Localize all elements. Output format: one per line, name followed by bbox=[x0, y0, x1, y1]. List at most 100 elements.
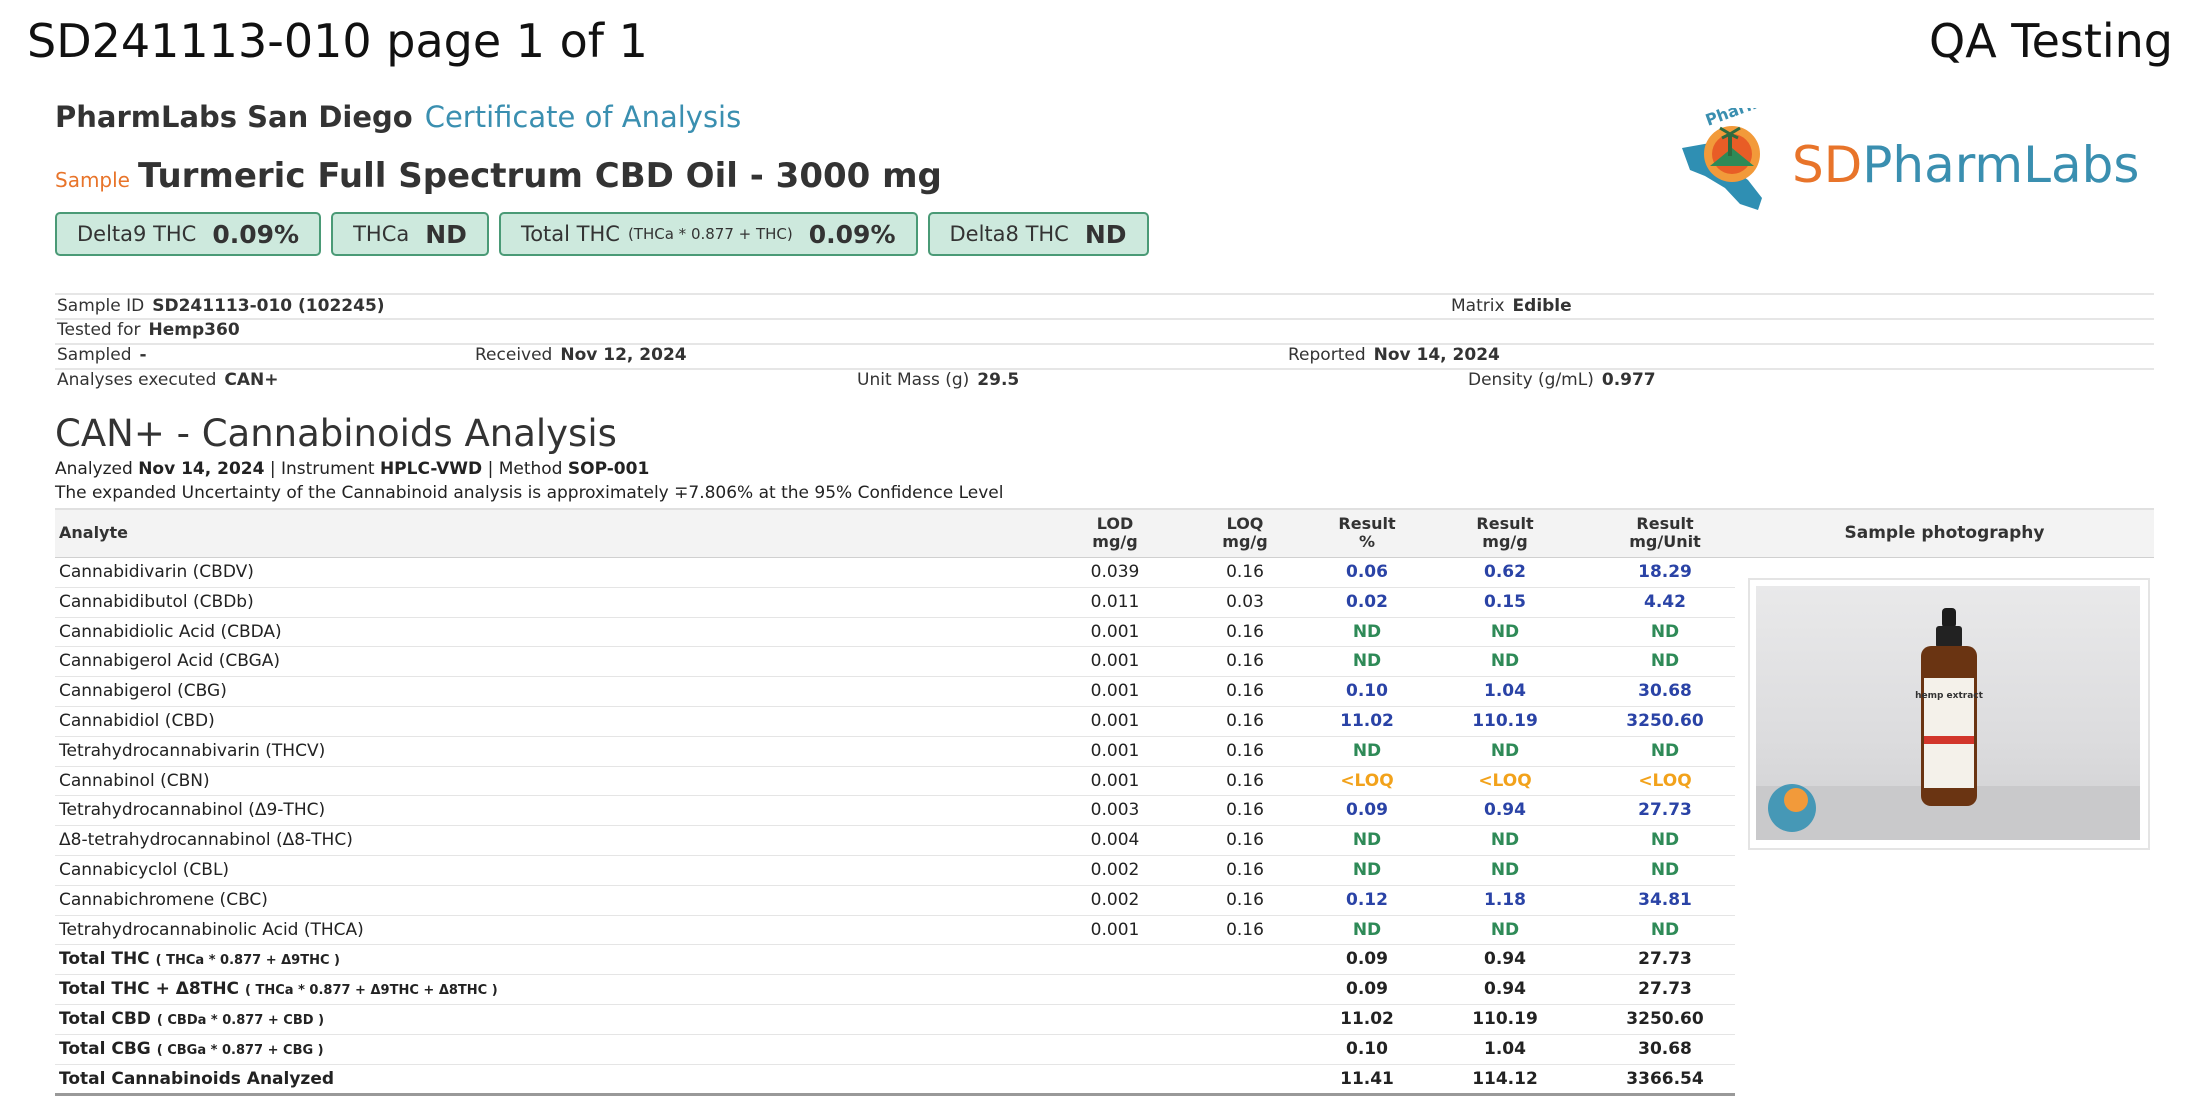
cell-pct: 0.09 bbox=[1346, 979, 1388, 1000]
cell-mgg: ND bbox=[1490, 621, 1520, 642]
table-row: Cannabidiolic Acid (CBDA) 0.001 0.16 ND ND ND bbox=[55, 618, 1735, 648]
cell-mgg: 114.12 bbox=[1472, 1068, 1538, 1089]
cell-mgg: ND bbox=[1490, 651, 1520, 672]
header-mgg-label: Result bbox=[1476, 514, 1534, 533]
badge-label: Delta8 THC bbox=[949, 222, 1069, 246]
analyte-name: Cannabidiol (CBD) bbox=[59, 710, 215, 731]
field-value: CAN+ bbox=[224, 370, 279, 390]
field-value: - bbox=[139, 345, 147, 365]
analyte-name: Cannabicyclol (CBL) bbox=[59, 859, 230, 880]
cell-pct: 0.12 bbox=[1346, 889, 1388, 910]
field-value: Nov 14, 2024 bbox=[1373, 345, 1500, 365]
density-field: Density (g/mL) 0.977 bbox=[1468, 370, 1656, 390]
badge-value: 0.09% bbox=[212, 219, 300, 249]
analyte-name: Cannabigerol Acid (CBGA) bbox=[59, 651, 281, 672]
analyses-field: Analyses executed CAN+ bbox=[57, 370, 278, 390]
field-value: 0.977 bbox=[1601, 370, 1656, 390]
badge-delta9-thc: Delta9 THC 0.09% bbox=[55, 212, 322, 256]
cell-loq: 0.16 bbox=[1226, 770, 1264, 791]
header-result-pct: Result% bbox=[1307, 515, 1427, 551]
cell-lod: 0.003 bbox=[1090, 800, 1140, 821]
cell-pct: 0.10 bbox=[1346, 681, 1388, 702]
cell-mgu: 4.42 bbox=[1644, 591, 1686, 612]
cell-pct: ND bbox=[1352, 859, 1382, 880]
cell-loq: 0.16 bbox=[1226, 621, 1264, 642]
analyzed-date: Nov 14, 2024 bbox=[138, 459, 265, 479]
cell-loq: 0.16 bbox=[1226, 859, 1264, 880]
sample-id-field: Sample ID SD241113-010 (102245) bbox=[57, 296, 385, 316]
cell-pct: 0.10 bbox=[1346, 1038, 1388, 1059]
cell-mgg: 0.94 bbox=[1484, 979, 1526, 1000]
document-type: Certificate of Analysis bbox=[424, 100, 742, 134]
cell-lod: 0.001 bbox=[1090, 770, 1140, 791]
badge-value: ND bbox=[425, 219, 467, 249]
total-name: Total THC + Δ8THC bbox=[59, 979, 240, 1000]
bottle-label: hemp extract bbox=[1915, 691, 1984, 701]
table-row: Cannabinol (CBN) 0.001 0.16 <LOQ <LOQ <LOQ bbox=[55, 767, 1735, 797]
received-field: Received Nov 12, 2024 bbox=[475, 345, 687, 365]
section-title: CAN+ - Cannabinoids Analysis bbox=[55, 412, 617, 455]
badge-value: ND bbox=[1084, 219, 1127, 249]
sample-label: Sample bbox=[55, 168, 130, 192]
cell-mgu: 18.29 bbox=[1638, 562, 1692, 582]
cell-mgu: ND bbox=[1650, 919, 1680, 940]
cell-lod: 0.002 bbox=[1090, 859, 1140, 880]
analyte-name: Tetrahydrocannabinol (Δ9-THC) bbox=[59, 800, 326, 821]
header-mgg-unit: mg/g bbox=[1482, 532, 1528, 551]
divider bbox=[55, 293, 2154, 295]
reported-field: Reported Nov 14, 2024 bbox=[1288, 345, 1500, 365]
header-loq: LOQ mg/g bbox=[1185, 515, 1305, 551]
badge-value: 0.09% bbox=[808, 219, 896, 249]
analyte-name: Cannabidivarin (CBDV) bbox=[59, 562, 254, 582]
table-row: Cannabigerol (CBG) 0.001 0.16 0.10 1.04 30.68 bbox=[55, 677, 1735, 707]
header-mgu-label: Result bbox=[1636, 514, 1694, 533]
cell-lod: 0.004 bbox=[1090, 830, 1140, 851]
field-label: Density (g/mL) bbox=[1468, 370, 1594, 390]
cell-mgu: ND bbox=[1650, 621, 1680, 642]
cell-mgg: 0.15 bbox=[1484, 591, 1526, 612]
cell-pct: ND bbox=[1352, 621, 1382, 642]
analyte-name: Tetrahydrocannabinolic Acid (THCA) bbox=[59, 919, 364, 940]
field-value: SD241113-010 (102245) bbox=[152, 296, 385, 316]
total-formula: ( CBDa * 0.877 + CBD ) bbox=[156, 1012, 325, 1028]
cell-mgu: ND bbox=[1650, 740, 1680, 761]
badge-note: (THCa * 0.877 + THC) bbox=[627, 225, 793, 243]
field-value: Hemp360 bbox=[148, 320, 240, 340]
total-name: Total Cannabinoids Analyzed bbox=[59, 1068, 335, 1089]
cell-mgg: 0.94 bbox=[1484, 800, 1526, 821]
cell-lod: 0.002 bbox=[1090, 889, 1140, 910]
table-row: Cannabicyclol (CBL) 0.002 0.16 ND ND ND bbox=[55, 856, 1735, 886]
header-pct-unit: % bbox=[1358, 532, 1376, 551]
analyte-name: Cannabidiolic Acid (CBDA) bbox=[59, 621, 282, 642]
cell-lod: 0.001 bbox=[1090, 651, 1140, 672]
header-loq-label: LOQ bbox=[1226, 514, 1264, 533]
instrument-value: HPLC-VWD bbox=[379, 459, 483, 479]
cell-lod: 0.001 bbox=[1090, 740, 1140, 761]
total-name: Total THC bbox=[59, 949, 150, 970]
cell-pct: 11.41 bbox=[1340, 1068, 1394, 1089]
table-body: Cannabidivarin (CBDV) 0.039 0.16 0.06 0.62 18… bbox=[55, 558, 1735, 1097]
cell-mgu: 3366.54 bbox=[1626, 1068, 1704, 1089]
cell-loq: 0.16 bbox=[1226, 830, 1264, 851]
cell-mgu: 27.73 bbox=[1638, 949, 1692, 970]
analyte-name: Δ8-tetrahydrocannabinol (Δ8-THC) bbox=[59, 830, 353, 851]
badge-label: Delta9 THC bbox=[77, 222, 197, 246]
total-formula: ( THCa * 0.877 + Δ9THC ) bbox=[155, 953, 340, 969]
matrix-field: Matrix Edible bbox=[1451, 296, 1572, 316]
cell-loq: 0.16 bbox=[1226, 710, 1264, 731]
logo-wordmark: SDPharmLabs bbox=[1792, 136, 2139, 194]
header-loq-unit: mg/g bbox=[1222, 532, 1268, 551]
table-row: Cannabichromene (CBC) 0.002 0.16 0.12 1.18 34… bbox=[55, 886, 1735, 916]
cell-mgg: 1.18 bbox=[1484, 889, 1526, 910]
total-row: Total THC + Δ8THC ( THCa * 0.877 + Δ9THC … bbox=[55, 975, 1735, 1005]
divider bbox=[55, 318, 2154, 320]
cell-pct: 0.06 bbox=[1346, 562, 1388, 582]
field-value: 29.5 bbox=[977, 370, 1020, 390]
cell-mgg: ND bbox=[1490, 919, 1520, 940]
emblem-text: PharmLabs bbox=[1703, 108, 1800, 130]
total-row: Total THC ( THCa * 0.877 + Δ9THC ) 0.09 0.9… bbox=[55, 945, 1735, 976]
field-label: Reported bbox=[1288, 345, 1366, 365]
field-label: Analyses executed bbox=[57, 370, 217, 390]
cell-lod: 0.039 bbox=[1090, 562, 1140, 582]
table-row: Tetrahydrocannabinol (Δ9-THC) 0.003 0.16 0.… bbox=[55, 796, 1735, 827]
